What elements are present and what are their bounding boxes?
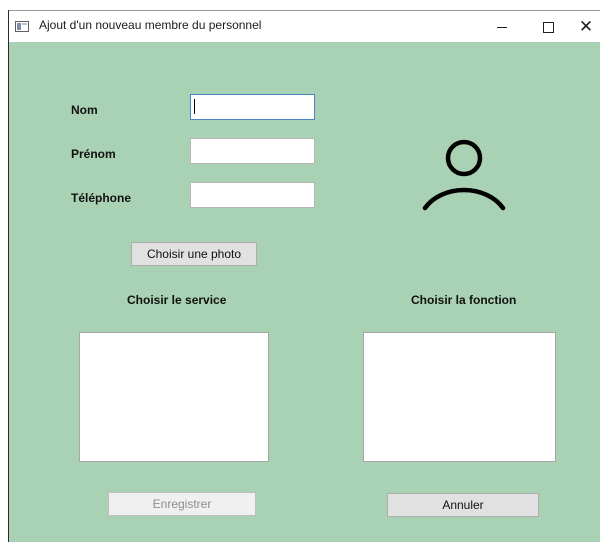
minimize-button[interactable]: [479, 11, 525, 43]
maximize-icon: [542, 21, 554, 33]
telephone-label: Téléphone: [71, 191, 132, 205]
minimize-icon: [497, 26, 507, 28]
choose-photo-button[interactable]: Choisir une photo: [131, 242, 257, 266]
app-icon: [15, 21, 29, 32]
window-title: Ajout d'un nouveau membre du personnel: [39, 18, 262, 32]
title-bar[interactable]: Ajout d'un nouveau membre du personnel ✕: [9, 10, 600, 42]
user-icon: [422, 139, 506, 211]
close-icon: ✕: [578, 17, 594, 36]
telephone-input[interactable]: [190, 182, 315, 208]
fonction-label: Choisir la fonction: [411, 293, 517, 307]
save-button[interactable]: Enregistrer: [108, 492, 256, 516]
nom-label: Nom: [71, 103, 98, 117]
nom-input[interactable]: [190, 94, 315, 120]
maximize-button[interactable]: [525, 11, 571, 43]
service-listbox[interactable]: [79, 332, 269, 462]
text-caret: [194, 99, 195, 114]
close-button[interactable]: ✕: [571, 11, 600, 43]
service-label: Choisir le service: [127, 293, 227, 307]
cancel-button[interactable]: Annuler: [387, 493, 539, 517]
prenom-input[interactable]: [190, 138, 315, 164]
fonction-listbox[interactable]: [363, 332, 556, 462]
prenom-label: Prénom: [71, 147, 116, 161]
dialog-window: Ajout d'un nouveau membre du personnel ✕…: [8, 10, 600, 542]
